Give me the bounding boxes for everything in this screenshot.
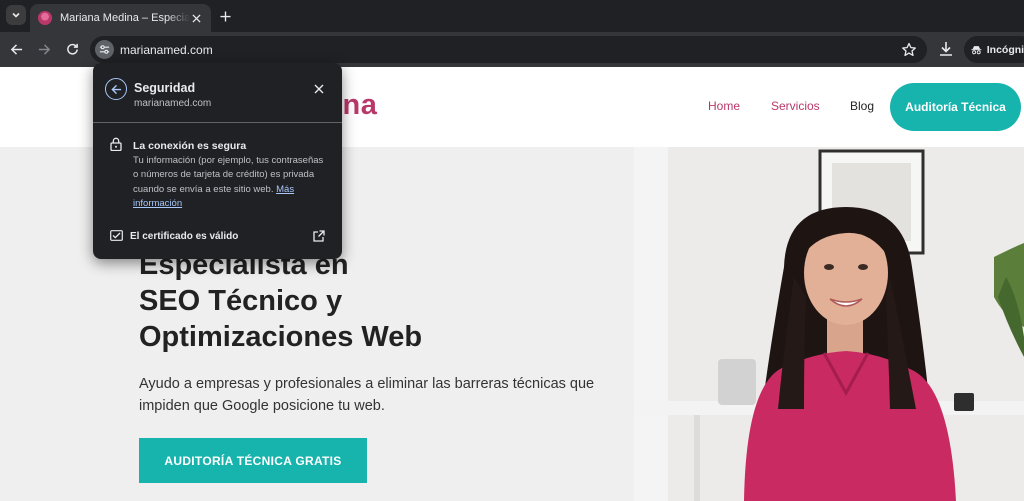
chevron-down-icon	[12, 12, 20, 18]
nav-blog[interactable]: Blog	[850, 99, 874, 113]
forward-button[interactable]	[35, 40, 53, 58]
incognito-icon	[971, 45, 982, 54]
certificate-icon	[110, 230, 123, 241]
hero-portrait-image	[634, 147, 1024, 501]
certificate-status[interactable]: El certificado es válido	[130, 231, 238, 242]
security-popup: Seguridad marianamed.com La conexión es …	[93, 63, 342, 259]
back-button[interactable]	[105, 78, 127, 100]
lock-icon	[110, 137, 122, 151]
reload-button[interactable]	[63, 40, 81, 58]
browser-window: Mariana Medina – Especialista en SEO Téc…	[0, 0, 1024, 501]
connection-description-text: Tu información (por ejemplo, tus contras…	[133, 155, 324, 195]
nav-home[interactable]: Home	[708, 99, 740, 113]
address-bar[interactable]: marianamed.com	[90, 36, 927, 63]
nav-services[interactable]: Servicios	[771, 99, 820, 113]
plus-icon	[219, 10, 231, 22]
tab-bar: Mariana Medina – Especialista en SEO Téc…	[0, 0, 1024, 32]
popup-domain: marianamed.com	[134, 98, 212, 109]
download-icon[interactable]	[938, 41, 954, 57]
reload-icon	[66, 43, 78, 55]
new-tab-button[interactable]	[216, 7, 234, 25]
url-text: marianamed.com	[120, 43, 213, 57]
popup-title: Seguridad	[134, 81, 196, 95]
arrow-left-icon	[110, 84, 121, 94]
bookmark-star-icon[interactable]	[901, 42, 917, 58]
close-icon	[192, 13, 201, 23]
browser-toolbar: marianamed.com Incógnito	[0, 32, 1024, 67]
close-icon[interactable]	[312, 82, 326, 96]
external-link-icon[interactable]	[313, 230, 325, 242]
tab-active[interactable]: Mariana Medina – Especialista en SEO Téc…	[30, 4, 211, 32]
hero-title-line: Optimizaciones Web	[139, 321, 423, 353]
arrow-left-icon	[10, 43, 22, 55]
site-favicon-icon	[38, 11, 52, 25]
connection-title: La conexión es segura	[133, 140, 247, 152]
site-info-button[interactable]	[95, 40, 114, 59]
divider	[93, 122, 342, 123]
header-cta-button[interactable]: Auditoría Técnica	[890, 83, 1021, 131]
tab-title: Mariana Medina – Especialista en SEO Téc…	[60, 12, 190, 24]
tab-close-button[interactable]	[190, 11, 203, 25]
hero-description: Ayudo a empresas y profesionales a elimi…	[139, 376, 595, 414]
incognito-label: Incógnito	[986, 43, 1024, 56]
tab-search-button[interactable]	[6, 5, 26, 25]
back-button[interactable]	[7, 40, 25, 58]
incognito-indicator[interactable]: Incógnito	[964, 36, 1024, 63]
connection-description: Tu información (por ejemplo, tus contras…	[133, 154, 331, 211]
arrow-right-icon	[38, 43, 50, 55]
hero-cta-button[interactable]: AUDITORÍA TÉCNICA GRATIS	[139, 438, 367, 483]
tune-icon	[99, 45, 110, 54]
hero-title-line: SEO Técnico y	[139, 285, 343, 317]
hero-title: Especialista en SEO Técnico y Optimizaci…	[139, 247, 422, 355]
